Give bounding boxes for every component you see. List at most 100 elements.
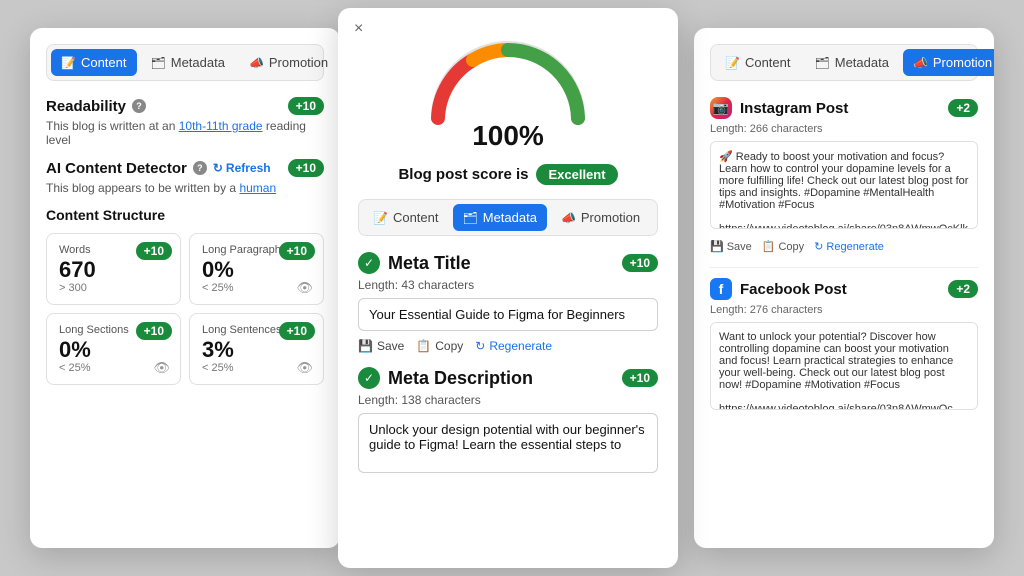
gauge-svg bbox=[418, 28, 598, 128]
ai-detector-title-row: AI Content Detector ? ↻ Refresh +10 bbox=[46, 159, 324, 177]
facebook-heading: Facebook Post bbox=[740, 281, 940, 298]
long-paragraphs-sub: < 25% bbox=[202, 282, 311, 294]
words-stat: +10 Words 670 > 300 bbox=[46, 233, 181, 305]
metadata-icon: 🗂 bbox=[151, 56, 166, 70]
readability-help-icon[interactable]: ? bbox=[132, 99, 146, 113]
facebook-section: f Facebook Post +2 Length: 276 character… bbox=[710, 278, 978, 421]
instagram-textarea[interactable]: 🚀 Ready to boost your motivation and foc… bbox=[710, 141, 978, 229]
score-label: Blog post score is bbox=[398, 166, 528, 183]
meta-desc-textarea[interactable]: Unlock your design potential with our be… bbox=[358, 413, 658, 473]
instagram-regenerate-button[interactable]: ↻ Regenerate bbox=[814, 240, 884, 253]
center-tab-bar: 📝 Content 🗂 Metadata 📣 Promotion bbox=[358, 199, 658, 236]
readability-link[interactable]: 10th-11th grade bbox=[179, 119, 263, 133]
left-tab-content[interactable]: 📝 Content bbox=[51, 49, 137, 76]
meta-title-copy-button[interactable]: 📋 Copy bbox=[416, 339, 463, 353]
center-tab-promotion[interactable]: 📣 Promotion bbox=[551, 204, 650, 231]
long-sentences-value: 3% bbox=[202, 338, 311, 362]
long-paragraphs-badge: +10 bbox=[279, 242, 315, 260]
meta-desc-check-icon: ✓ bbox=[358, 367, 380, 389]
ai-badge: +10 bbox=[288, 159, 324, 177]
gauge-percent: 100% bbox=[472, 120, 544, 152]
readability-title-row: Readability ? +10 bbox=[46, 97, 324, 115]
meta-title-actions: 💾 Save 📋 Copy ↻ Regenerate bbox=[358, 339, 658, 353]
facebook-textarea[interactable]: Want to unlock your potential? Discover … bbox=[710, 322, 978, 410]
blog-score-row: Blog post score is Excellent bbox=[358, 164, 658, 185]
instagram-section: 📷 Instagram Post +2 Length: 266 characte… bbox=[710, 97, 978, 253]
long-sections-sub: < 25% bbox=[59, 362, 168, 374]
right-metadata-icon: 🗂 bbox=[815, 56, 830, 70]
facebook-badge: +2 bbox=[948, 280, 978, 298]
stats-grid-top: +10 Words 670 > 300 +10 Long Paragraphs … bbox=[46, 233, 324, 305]
close-button[interactable]: × bbox=[354, 20, 363, 38]
long-paragraphs-eye-icon[interactable]: 👁 bbox=[296, 280, 313, 296]
center-tab-metadata[interactable]: 🗂 Metadata bbox=[453, 204, 547, 231]
right-panel: 📝 Content 🗂 Metadata 📣 Promotion 📷 Insta… bbox=[694, 28, 994, 548]
instagram-title-row: 📷 Instagram Post +2 bbox=[710, 97, 978, 119]
meta-desc-length: Length: 138 characters bbox=[358, 393, 658, 407]
stats-grid-bottom: +10 Long Sections 0% < 25% 👁 +10 Long Se… bbox=[46, 313, 324, 385]
content-icon: 📝 bbox=[61, 56, 76, 70]
center-tab-content[interactable]: 📝 Content bbox=[363, 204, 449, 231]
instagram-save-button[interactable]: 💾 Save bbox=[710, 240, 752, 253]
instagram-actions: 💾 Save 📋 Copy ↻ Regenerate bbox=[710, 240, 978, 253]
left-panel: 📝 Content 🗂 Metadata 📣 Promotion Readabi… bbox=[30, 28, 340, 548]
right-tab-metadata[interactable]: 🗂 Metadata bbox=[805, 49, 899, 76]
readability-section: Readability ? +10 This blog is written a… bbox=[46, 97, 324, 147]
meta-desc-heading: Meta Description bbox=[388, 368, 533, 389]
instagram-icon: 📷 bbox=[710, 97, 732, 119]
facebook-title-row: f Facebook Post +2 bbox=[710, 278, 978, 300]
ai-help-icon[interactable]: ? bbox=[193, 161, 207, 175]
center-panel: × 100% Blog post score is Excellent 📝 Co… bbox=[338, 8, 678, 568]
meta-desc-badge: +10 bbox=[622, 369, 658, 387]
meta-title-heading: Meta Title bbox=[388, 253, 471, 274]
promotion-icon: 📣 bbox=[249, 56, 264, 70]
instagram-badge: +2 bbox=[948, 99, 978, 117]
facebook-length: Length: 276 characters bbox=[710, 304, 978, 316]
right-promotion-icon: 📣 bbox=[913, 56, 928, 70]
meta-title-length: Length: 43 characters bbox=[358, 278, 658, 292]
readability-description: This blog is written at an 10th-11th gra… bbox=[46, 119, 324, 147]
right-tab-content[interactable]: 📝 Content bbox=[715, 49, 801, 76]
ai-detector-section: AI Content Detector ? ↻ Refresh +10 This… bbox=[46, 159, 324, 195]
excellent-badge: Excellent bbox=[536, 164, 617, 185]
center-metadata-icon: 🗂 bbox=[463, 211, 478, 225]
facebook-icon: f bbox=[710, 278, 732, 300]
instagram-length: Length: 266 characters bbox=[710, 123, 978, 135]
long-sentences-sub: < 25% bbox=[202, 362, 311, 374]
long-sections-eye-icon[interactable]: 👁 bbox=[153, 360, 170, 376]
long-sections-stat: +10 Long Sections 0% < 25% 👁 bbox=[46, 313, 181, 385]
center-promotion-icon: 📣 bbox=[561, 211, 576, 225]
refresh-button[interactable]: ↻ Refresh bbox=[213, 161, 271, 175]
readability-badge: +10 bbox=[288, 97, 324, 115]
meta-title-row: ✓ Meta Title +10 bbox=[358, 252, 658, 274]
left-tab-bar: 📝 Content 🗂 Metadata 📣 Promotion bbox=[46, 44, 324, 81]
long-sentences-eye-icon[interactable]: 👁 bbox=[296, 360, 313, 376]
long-sentences-stat: +10 Long Sentences 3% < 25% 👁 bbox=[189, 313, 324, 385]
gauge-container: 100% bbox=[358, 28, 658, 152]
left-tab-metadata[interactable]: 🗂 Metadata bbox=[141, 49, 235, 76]
words-badge: +10 bbox=[136, 242, 172, 260]
long-sentences-badge: +10 bbox=[279, 322, 315, 340]
long-paragraphs-stat: +10 Long Paragraphs 0% < 25% 👁 bbox=[189, 233, 324, 305]
meta-description-row: ✓ Meta Description +10 bbox=[358, 367, 658, 389]
left-tab-promotion[interactable]: 📣 Promotion bbox=[239, 49, 338, 76]
center-content-icon: 📝 bbox=[373, 211, 388, 225]
right-tab-bar: 📝 Content 🗂 Metadata 📣 Promotion bbox=[710, 44, 978, 81]
ai-description: This blog appears to be written by a hum… bbox=[46, 181, 324, 195]
meta-title-save-button[interactable]: 💾 Save bbox=[358, 339, 404, 353]
content-structure-section: Content Structure +10 Words 670 > 300 +1… bbox=[46, 207, 324, 385]
meta-title-regenerate-button[interactable]: ↻ Regenerate bbox=[475, 339, 552, 353]
words-sub: > 300 bbox=[59, 282, 168, 294]
instagram-copy-button[interactable]: 📋 Copy bbox=[762, 240, 804, 253]
ai-human-link[interactable]: human bbox=[239, 181, 276, 195]
right-tab-promotion[interactable]: 📣 Promotion bbox=[903, 49, 994, 76]
long-sections-badge: +10 bbox=[136, 322, 172, 340]
words-value: 670 bbox=[59, 258, 168, 282]
meta-title-section: ✓ Meta Title +10 Length: 43 characters 💾… bbox=[358, 252, 658, 353]
instagram-heading: Instagram Post bbox=[740, 100, 940, 117]
meta-description-section: ✓ Meta Description +10 Length: 138 chara… bbox=[358, 367, 658, 486]
content-structure-title: Content Structure bbox=[46, 207, 324, 223]
right-content-icon: 📝 bbox=[725, 56, 740, 70]
long-paragraphs-value: 0% bbox=[202, 258, 311, 282]
meta-title-input[interactable] bbox=[358, 298, 658, 331]
